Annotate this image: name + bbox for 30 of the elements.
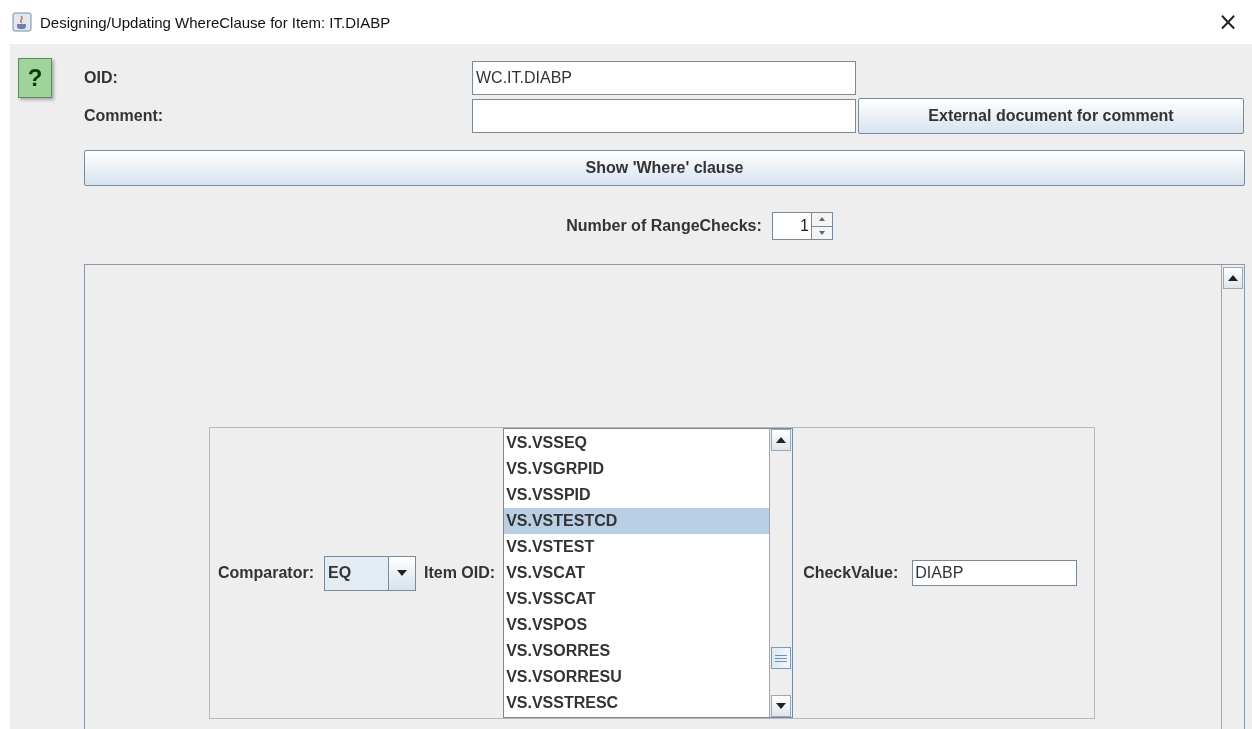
scrollbar-thumb[interactable] <box>771 647 792 669</box>
item-oid-list[interactable]: VS.VSSEQ VS.VSGRPID VS.VSSPID VS.VSTESTCD VS.VSTEST VS.VSCAT VS.VSSCAT VS.VSPOS VS.VSORRES VS.VSORRESU VS.VSSTRESC <box>503 428 794 718</box>
range-checks-spinner[interactable]: 1 <box>771 212 833 240</box>
item-oid-label: Item OID: <box>424 564 496 582</box>
down-arrow-icon <box>818 230 825 235</box>
up-arrow-icon <box>776 437 787 443</box>
increment-button[interactable] <box>811 213 832 226</box>
scroll-up-button[interactable] <box>1223 267 1243 289</box>
up-arrow-icon <box>1228 275 1238 281</box>
up-arrow-icon <box>818 217 825 222</box>
check-value-label: CheckValue: <box>803 564 899 582</box>
check-value-field[interactable]: DIABP <box>912 560 1078 586</box>
caret-icon <box>397 570 407 576</box>
external-document-button[interactable]: External document for comment <box>858 98 1244 134</box>
coffee-cup-icon <box>12 12 32 32</box>
comment-field[interactable] <box>472 99 856 133</box>
oid-label: OID: <box>84 69 119 87</box>
scroll-up-button[interactable] <box>771 429 792 451</box>
help-icon[interactable]: ? <box>18 58 52 98</box>
scroll-down-button[interactable] <box>771 695 792 717</box>
range-checks-label: Number of RangeChecks: <box>566 217 762 235</box>
comparator-label: Comparator: <box>218 564 314 582</box>
show-where-button[interactable]: Show 'Where' clause <box>84 150 1245 186</box>
down-arrow-icon <box>776 703 787 709</box>
window-title: Designing/Updating WhereClause for Item: IT.DIABP <box>40 13 392 31</box>
comment-label: Comment: <box>84 107 165 125</box>
close-button[interactable]: × <box>1213 8 1242 36</box>
oid-field[interactable]: WC.IT.DIABP <box>472 61 856 95</box>
list-item[interactable]: VS.VSTESTCD <box>504 508 770 534</box>
comparator-dropdown[interactable]: EQ <box>324 555 416 591</box>
